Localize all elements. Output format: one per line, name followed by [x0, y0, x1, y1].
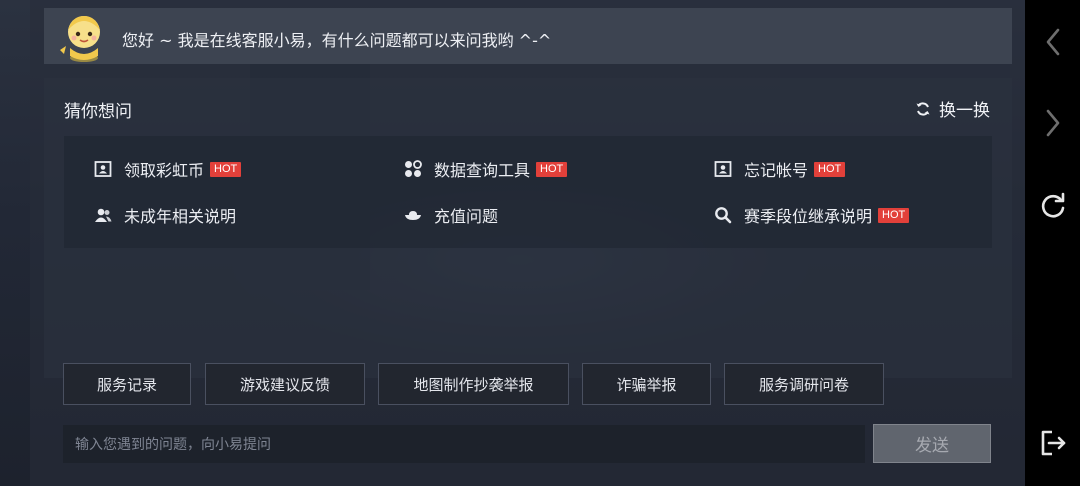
game-feedback-button[interactable]: 游戏建议反馈 [205, 363, 365, 405]
service-records-button[interactable]: 服务记录 [63, 363, 191, 405]
suggestion-label: 赛季段位继承说明 [744, 207, 873, 226]
suggestion-label: 领取彩虹币 [124, 161, 205, 180]
suggestion-item[interactable]: 未成年相关说明 [94, 203, 236, 227]
suggestion-label: 充值问题 [434, 207, 499, 226]
grid-apps-icon [404, 160, 422, 178]
question-input[interactable]: 输入您遇到的问题，向小易提问 [63, 425, 865, 463]
hot-badge: HOT [210, 161, 242, 177]
fraud-report-button[interactable]: 诈骗举报 [582, 363, 711, 405]
search-icon [714, 206, 732, 224]
id-card-icon [94, 160, 112, 178]
exit-button[interactable] [1025, 418, 1080, 468]
suggestion-item[interactable]: 领取彩虹币 HOT [94, 157, 242, 181]
greeting-text: 您好 ~ 我是在线客服小易，有什么问题都可以来问我哟 ^-^ [122, 31, 552, 50]
exit-icon [1041, 430, 1065, 456]
hot-badge: HOT [814, 161, 846, 177]
forward-icon [1046, 109, 1059, 137]
service-survey-button[interactable]: 服务调研问卷 [724, 363, 884, 405]
map-plagiarism-report-button[interactable]: 地图制作抄袭举报 [378, 363, 569, 405]
suggestion-item[interactable]: 数据查询工具 HOT [404, 157, 568, 181]
back-icon [1046, 28, 1059, 56]
id-card-icon [714, 160, 732, 178]
mascot-avatar [60, 16, 100, 62]
guess-title: 猜你想问 [64, 102, 132, 122]
suggestion-list: 领取彩虹币 HOT 数据查询工具 HOT 忘记帐号 HOT 未成年相关说明 充值… [64, 136, 992, 248]
forward-button[interactable] [1025, 98, 1080, 148]
refresh-cycle-icon [916, 101, 930, 116]
greeting-bar: 您好 ~ 我是在线客服小易，有什么问题都可以来问我哟 ^-^ [44, 8, 1012, 64]
ingot-icon [404, 206, 422, 224]
refresh-label: 换一换 [939, 101, 990, 121]
guess-card: 猜你想问 换一换 领取彩虹币 HOT 数据查询工具 HOT 忘记帐号 HOT 未… [44, 78, 1012, 378]
suggestion-label: 数据查询工具 [434, 161, 531, 180]
suggestion-label: 未成年相关说明 [124, 207, 237, 226]
side-navigation [1025, 0, 1080, 486]
back-button[interactable] [1025, 17, 1080, 67]
send-button[interactable]: 发送 [873, 424, 991, 463]
reload-button[interactable] [1025, 181, 1080, 231]
suggestion-item[interactable]: 赛季段位继承说明 HOT [714, 203, 910, 227]
refresh-icon [1041, 192, 1064, 218]
suggestion-item[interactable]: 忘记帐号 HOT [714, 157, 846, 181]
suggestion-label: 忘记帐号 [744, 161, 809, 180]
users-icon [94, 206, 112, 224]
hot-badge: HOT [536, 161, 568, 177]
suggestion-item[interactable]: 充值问题 [404, 203, 498, 227]
hot-badge: HOT [878, 207, 910, 223]
refresh-suggestions-button[interactable]: 换一换 [915, 96, 990, 121]
